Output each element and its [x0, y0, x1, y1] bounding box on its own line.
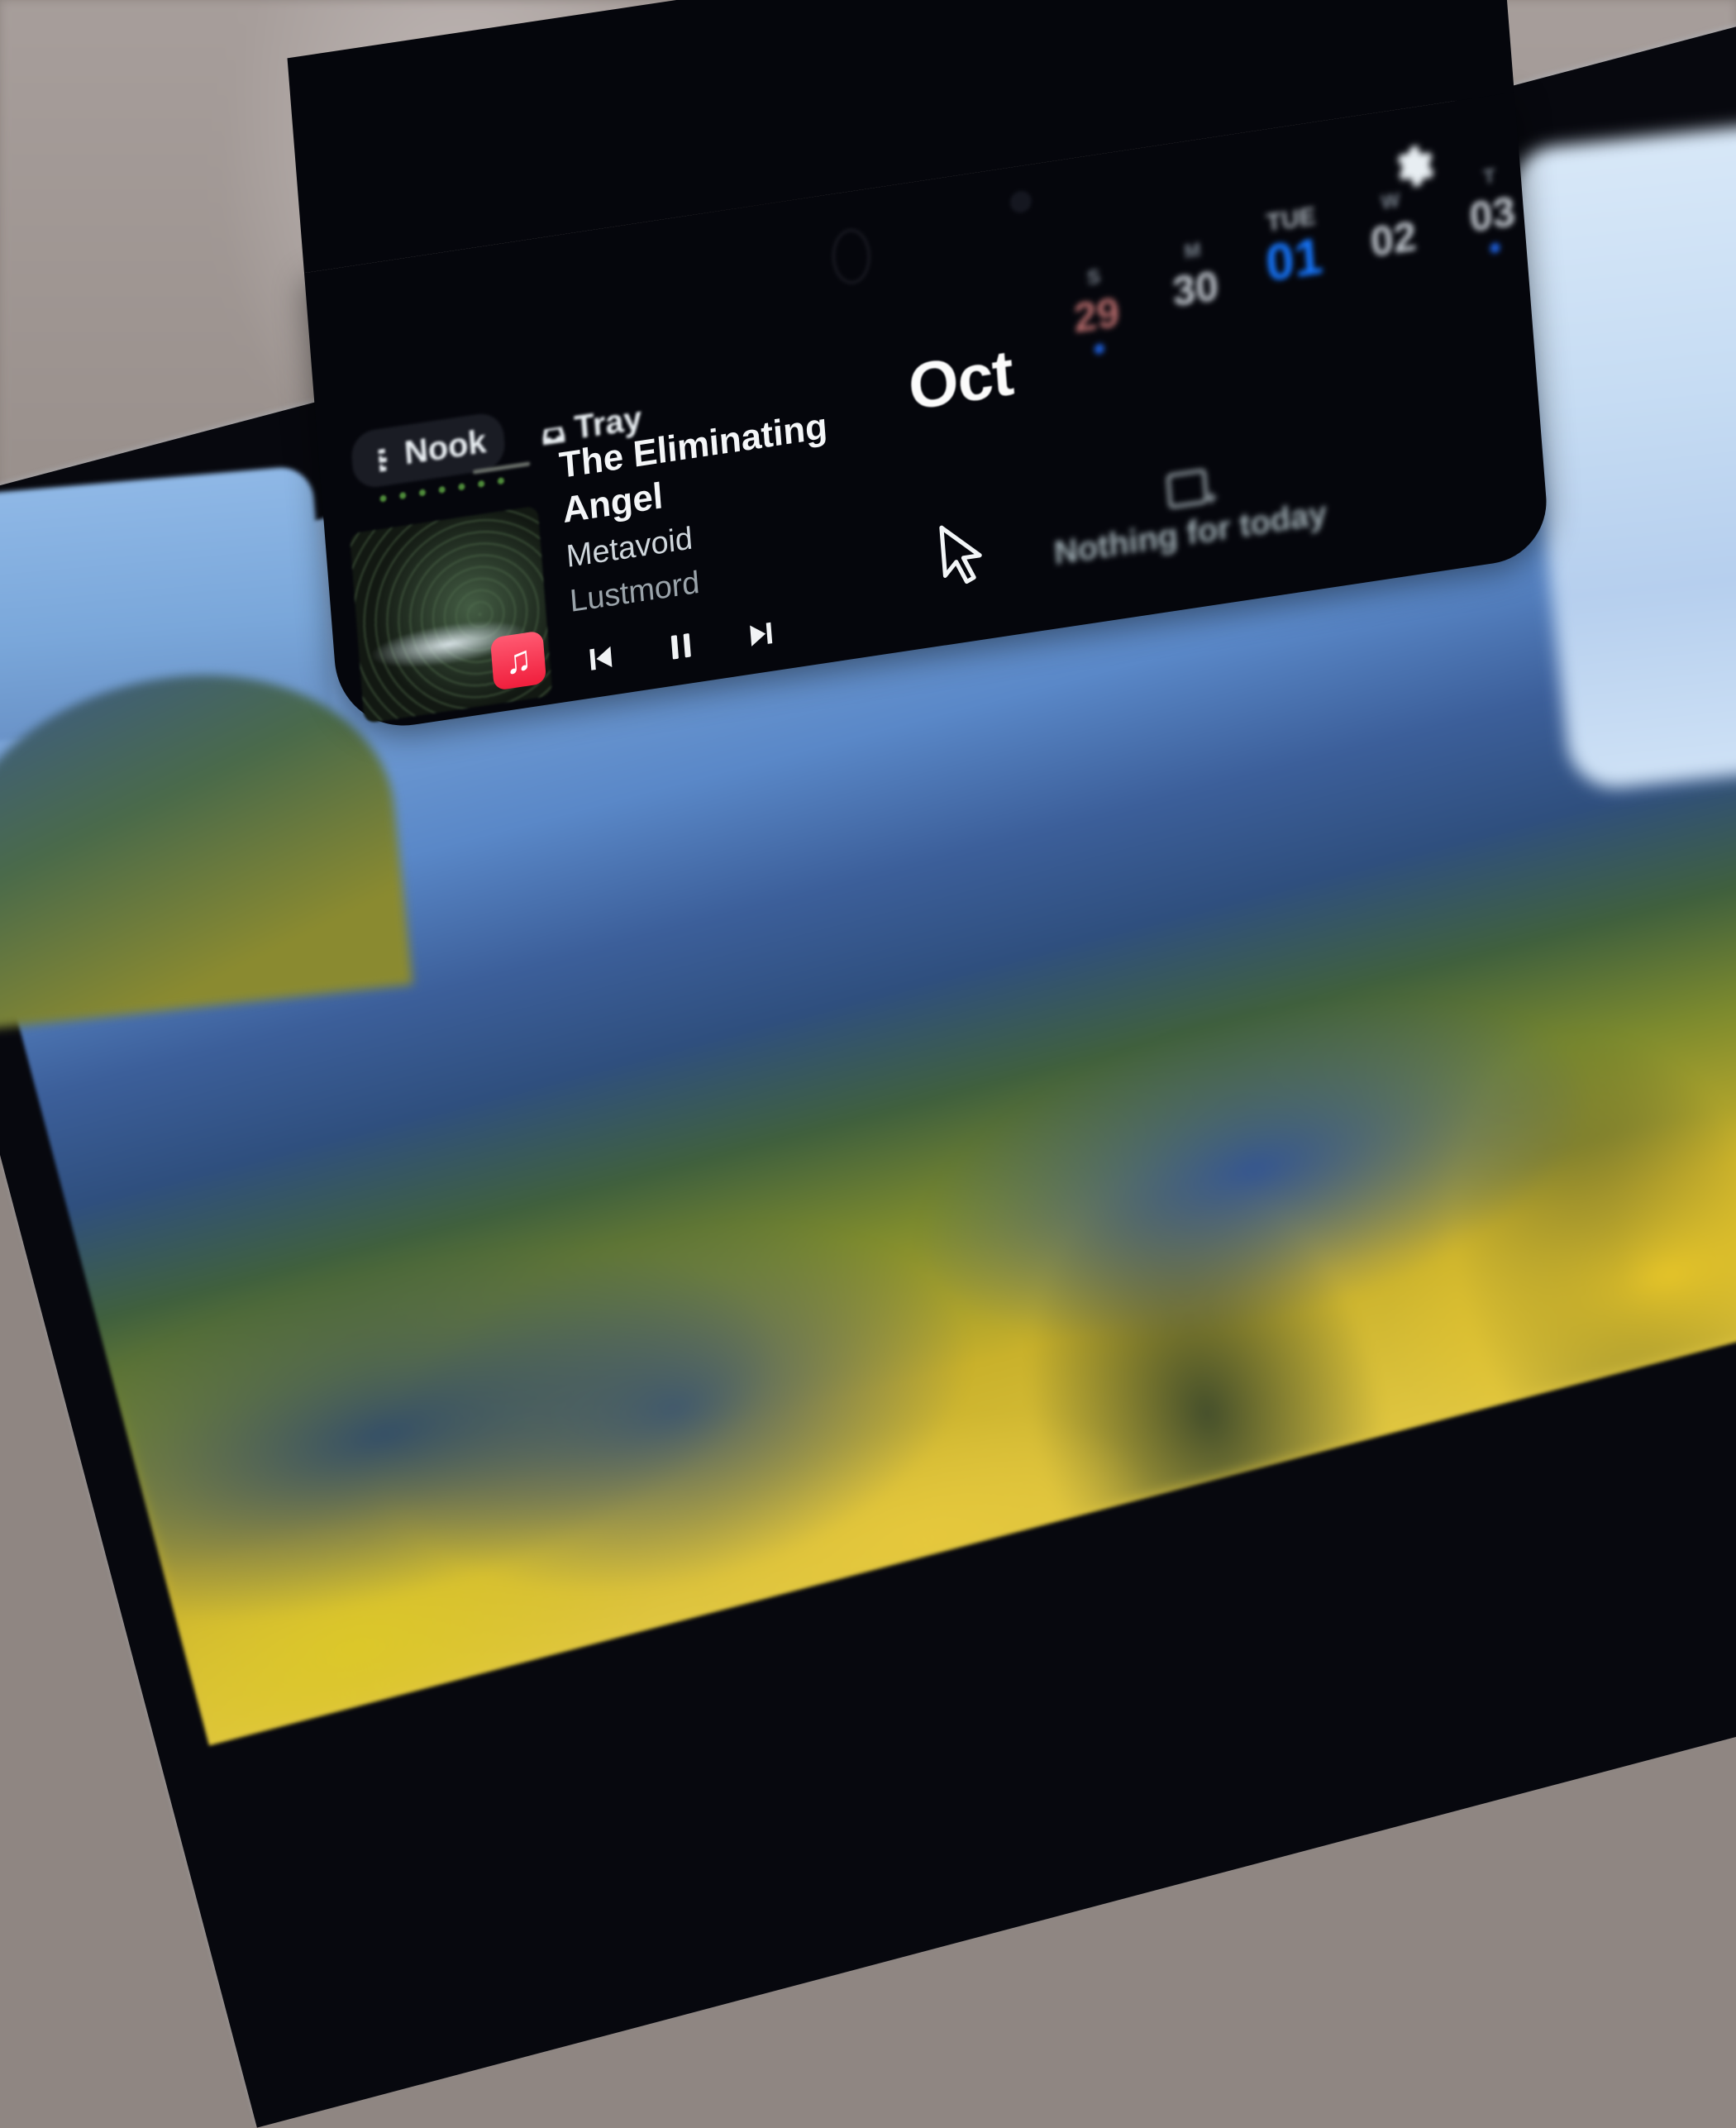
calendar-day-next[interactable]	[1552, 136, 1630, 235]
calendar-date: 02	[1368, 212, 1419, 266]
calendar-day-of-week: W	[1380, 188, 1401, 214]
calendar-date: 29	[1071, 288, 1122, 342]
calendar-date: 30	[1171, 261, 1220, 316]
event-indicator	[1490, 242, 1500, 254]
previous-track-icon	[589, 646, 613, 670]
calendar-week-strip: S 29 M 30 TUE 01 W 02 T 03	[1056, 165, 1634, 360]
calendar-day[interactable]: S 29	[1056, 261, 1135, 360]
event-indicator	[1094, 343, 1105, 355]
playback-controls	[581, 613, 780, 679]
no-events-placeholder: Nothing for today	[1049, 451, 1328, 573]
next-track-button[interactable]	[742, 613, 780, 655]
pause-button[interactable]	[661, 626, 700, 667]
calendar-day[interactable]: T 03	[1452, 160, 1531, 258]
mouse-cursor-icon	[939, 525, 982, 584]
calendar-day[interactable]: W 02	[1353, 185, 1432, 284]
calendar-day-of-week: S	[1086, 265, 1101, 290]
music-note-icon[interactable]: ♫	[489, 630, 547, 691]
album-artwork[interactable]	[349, 505, 553, 724]
calendar-day-of-week: T	[1482, 164, 1497, 189]
camera-lens	[830, 226, 873, 287]
calendar-widget: Oct S 29 M 30 TUE 01 W 02 T 03	[901, 165, 1517, 465]
calendar-month: Oct	[905, 335, 1016, 424]
calendar-add-icon[interactable]	[1166, 468, 1209, 509]
calendar-day-today[interactable]: TUE 01	[1254, 201, 1333, 310]
no-events-message: Nothing for today	[1052, 494, 1328, 572]
tab-nook-label: Nook	[403, 422, 488, 472]
calendar-day-of-week: M	[1183, 238, 1202, 264]
notch-widget-panel: Nook Tray ♫ The Eliminating Angel Metavo…	[303, 92, 1551, 736]
nook-icon	[369, 442, 397, 473]
next-track-icon	[750, 622, 773, 647]
pause-icon	[670, 633, 691, 660]
calendar-date-today: 01	[1263, 227, 1325, 293]
tab-nook[interactable]: Nook	[350, 410, 507, 491]
calendar-day[interactable]: M 30	[1156, 235, 1234, 333]
calendar-date: 03	[1467, 187, 1518, 241]
ambient-sensor	[1009, 189, 1033, 215]
previous-track-button[interactable]	[581, 637, 620, 679]
